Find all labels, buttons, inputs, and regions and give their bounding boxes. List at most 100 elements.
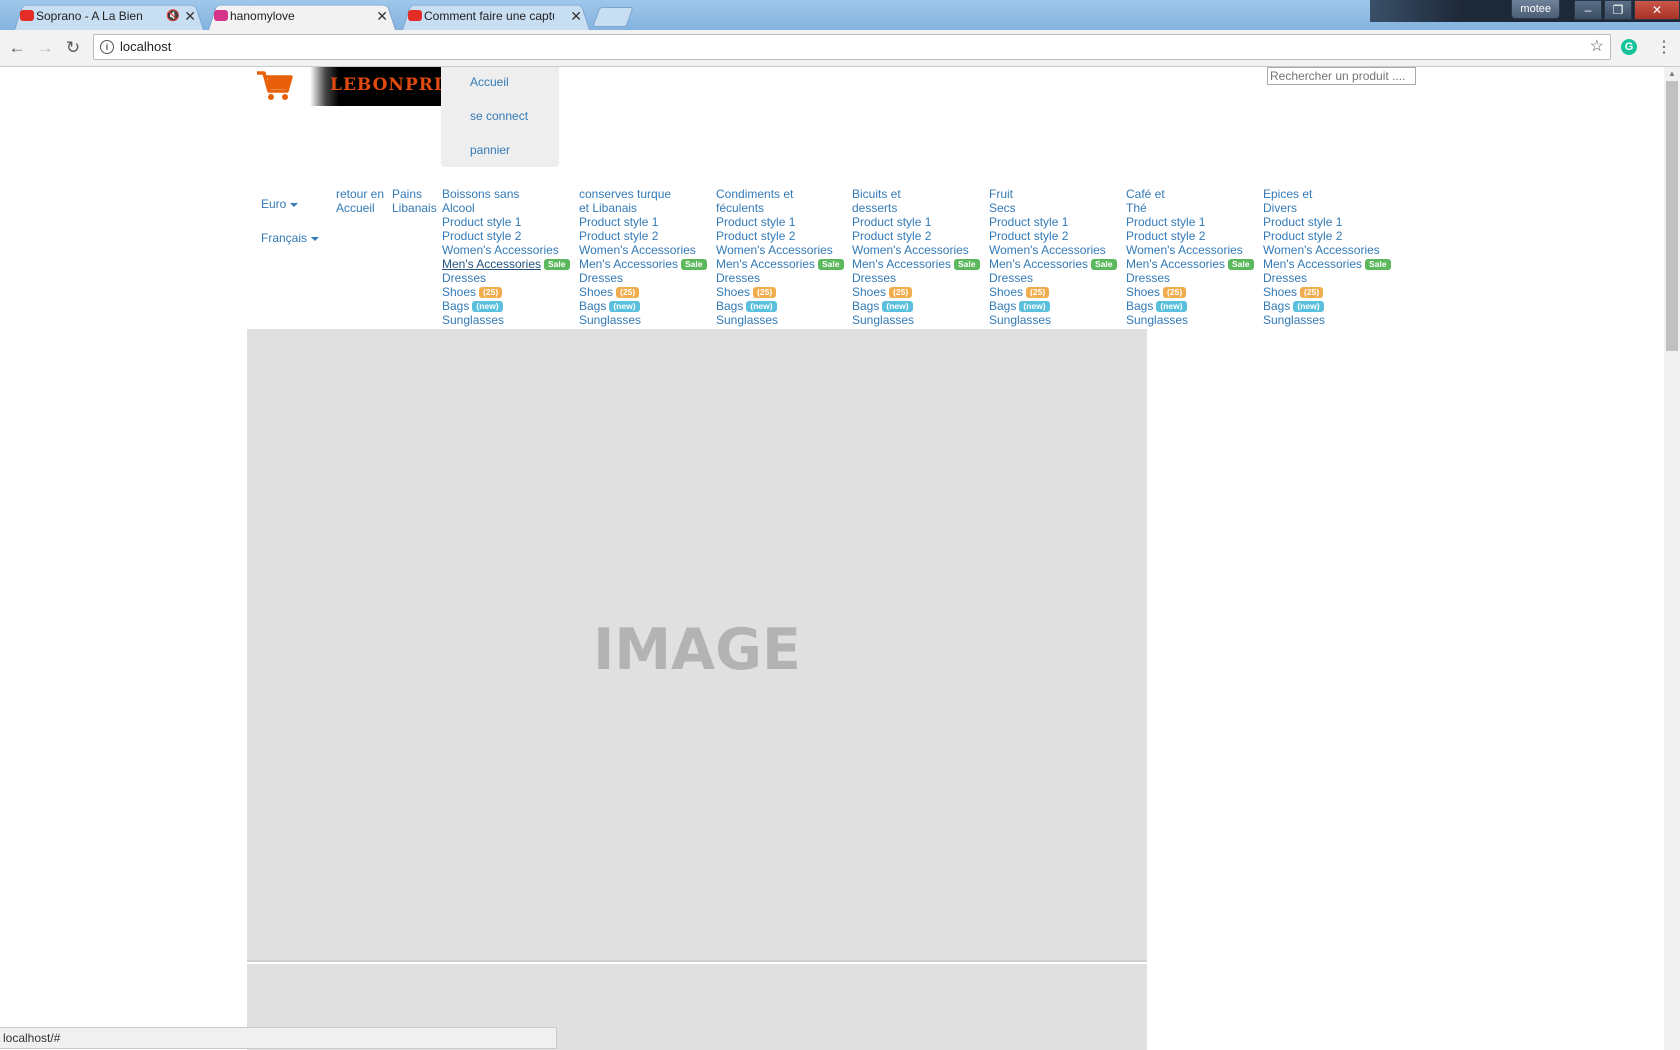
close-icon[interactable]: ✕ [376,2,388,30]
link-shoes[interactable]: Shoes [442,285,476,299]
link-product-style-2[interactable]: Product style 2 [579,229,658,243]
address-bar[interactable]: i localhost ☆ [93,34,1611,60]
search-input[interactable] [1267,67,1416,85]
link-shoes[interactable]: Shoes [716,285,750,299]
window-close-button[interactable]: ✕ [1634,0,1680,20]
link-product-style-2[interactable]: Product style 2 [989,229,1068,243]
menu-item-pannier[interactable]: pannier [470,143,510,157]
link-shoes[interactable]: Shoes [579,285,613,299]
link-dresses[interactable]: Dresses [852,271,896,285]
category-title[interactable]: Divers [1263,201,1297,215]
link-shoes[interactable]: Shoes [989,285,1023,299]
profile-button[interactable]: motee [1511,0,1560,19]
link-dresses[interactable]: Dresses [716,271,760,285]
link-dresses[interactable]: Dresses [989,271,1033,285]
link-mens-accessories[interactable]: Men's Accessories [1126,257,1225,271]
close-icon[interactable]: ✕ [570,2,582,30]
link-product-style-2[interactable]: Product style 2 [1263,229,1342,243]
link-womens-accessories[interactable]: Women's Accessories [852,243,969,257]
site-logo[interactable]: LEBONPRIX [310,67,456,106]
category-title[interactable]: Alcool [442,201,475,215]
category-title[interactable]: Bicuits et [852,187,901,201]
link-sunglasses[interactable]: Sunglasses [579,313,641,327]
category-title[interactable]: Thé [1126,201,1147,215]
currency-select[interactable]: Euro [261,197,299,211]
category-title[interactable]: desserts [852,201,897,215]
category-title[interactable]: conserves turque [579,187,671,201]
category-title[interactable]: Condiments et [716,187,793,201]
page-scrollbar[interactable]: ▲ [1664,67,1680,1050]
link-sunglasses[interactable]: Sunglasses [1126,313,1188,327]
link-sunglasses[interactable]: Sunglasses [989,313,1051,327]
star-icon[interactable]: ☆ [1590,35,1604,59]
back-button[interactable]: ← [5,36,29,60]
link-bags[interactable]: Bags [852,299,879,313]
link-bags[interactable]: Bags [1126,299,1153,313]
nav-link-pains-libanais[interactable]: Pains Libanais [392,187,437,215]
link-sunglasses[interactable]: Sunglasses [442,313,504,327]
link-product-style-1[interactable]: Product style 1 [716,215,795,229]
link-dresses[interactable]: Dresses [1126,271,1170,285]
link-bags[interactable]: Bags [716,299,743,313]
category-title[interactable]: Café et [1126,187,1165,201]
link-womens-accessories[interactable]: Women's Accessories [442,243,559,257]
link-bags[interactable]: Bags [1263,299,1290,313]
link-product-style-2[interactable]: Product style 2 [716,229,795,243]
link-shoes[interactable]: Shoes [1263,285,1297,299]
info-icon[interactable]: i [100,40,114,54]
language-select[interactable]: Français [261,231,320,245]
reload-button[interactable]: ↻ [61,36,85,60]
link-product-style-1[interactable]: Product style 1 [989,215,1068,229]
link-dresses[interactable]: Dresses [442,271,486,285]
forward-button[interactable]: → [33,36,57,60]
link-womens-accessories[interactable]: Women's Accessories [1126,243,1243,257]
tab-2[interactable]: Comment faire une captu ✕ [402,2,590,30]
grammarly-extension-icon[interactable]: G [1621,39,1637,55]
link-product-style-2[interactable]: Product style 2 [1126,229,1205,243]
restore-button[interactable]: ❐ [1604,0,1632,20]
link-bags[interactable]: Bags [989,299,1016,313]
link-womens-accessories[interactable]: Women's Accessories [716,243,833,257]
link-product-style-1[interactable]: Product style 1 [579,215,658,229]
link-bags[interactable]: Bags [579,299,606,313]
link-mens-accessories[interactable]: Men's Accessories [852,257,951,271]
link-product-style-1[interactable]: Product style 1 [852,215,931,229]
link-womens-accessories[interactable]: Women's Accessories [989,243,1106,257]
link-product-style-2[interactable]: Product style 2 [442,229,521,243]
link-sunglasses[interactable]: Sunglasses [1263,313,1325,327]
scrollbar-thumb[interactable] [1666,81,1678,351]
link-mens-accessories[interactable]: Men's Accessories [1263,257,1362,271]
link-mens-accessories[interactable]: Men's Accessories [579,257,678,271]
tab-0[interactable]: Soprano - A La Bien 🔇 ✕ [14,2,204,30]
minimize-button[interactable]: – [1574,0,1602,20]
menu-item-accueil[interactable]: Accueil [470,75,509,89]
link-product-style-1[interactable]: Product style 1 [442,215,521,229]
link-dresses[interactable]: Dresses [579,271,623,285]
nav-link-retour-accueil[interactable]: retour en Accueil [336,187,384,215]
scroll-up-arrow-icon[interactable]: ▲ [1668,69,1676,78]
link-mens-accessories[interactable]: Men's Accessories [442,257,541,271]
link-mens-accessories[interactable]: Men's Accessories [989,257,1088,271]
category-title[interactable]: féculents [716,201,764,215]
speaker-mute-icon[interactable]: 🔇 [166,2,180,30]
link-sunglasses[interactable]: Sunglasses [716,313,778,327]
link-shoes[interactable]: Shoes [1126,285,1160,299]
category-title[interactable]: et Libanais [579,201,637,215]
category-title[interactable]: Secs [989,201,1016,215]
link-product-style-1[interactable]: Product style 1 [1126,215,1205,229]
link-shoes[interactable]: Shoes [852,285,886,299]
link-womens-accessories[interactable]: Women's Accessories [579,243,696,257]
link-dresses[interactable]: Dresses [1263,271,1307,285]
category-title[interactable]: Fruit [989,187,1013,201]
tab-1[interactable]: hanomylove ✕ [208,2,396,30]
link-sunglasses[interactable]: Sunglasses [852,313,914,327]
menu-icon[interactable]: ⋮ [1656,36,1672,60]
category-title[interactable]: Epices et [1263,187,1312,201]
link-bags[interactable]: Bags [442,299,469,313]
link-product-style-2[interactable]: Product style 2 [852,229,931,243]
close-icon[interactable]: ✕ [184,2,196,30]
link-product-style-1[interactable]: Product style 1 [1263,215,1342,229]
category-title[interactable]: Boissons sans [442,187,519,201]
link-womens-accessories[interactable]: Women's Accessories [1263,243,1380,257]
new-tab-button[interactable] [592,7,634,27]
